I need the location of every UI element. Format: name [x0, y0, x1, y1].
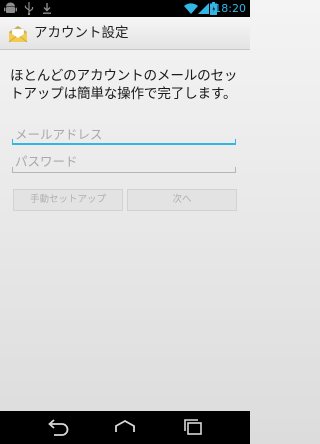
- wifi-icon: [184, 3, 198, 15]
- status-bar: 18:20: [0, 0, 250, 17]
- email-field-underline: [12, 139, 236, 145]
- usb-icon: [24, 2, 34, 15]
- manual-setup-button[interactable]: 手動セットアップ: [13, 189, 123, 211]
- download-icon: [43, 3, 51, 14]
- clock: 18:20: [214, 2, 246, 15]
- password-field-underline: [12, 167, 236, 173]
- email-app-icon[interactable]: [7, 23, 29, 45]
- action-bar: アカウント設定: [0, 17, 250, 50]
- next-button[interactable]: 次へ: [127, 189, 237, 211]
- android-icon: [4, 2, 17, 13]
- home-icon[interactable]: [113, 417, 137, 437]
- setup-instructions: ほとんどのアカウントのメールのセットアップは簡単な操作で完了します。: [10, 68, 238, 102]
- navigation-bar: [0, 411, 250, 444]
- recent-apps-icon[interactable]: [181, 417, 205, 437]
- signal-icon: [198, 3, 209, 14]
- back-icon[interactable]: [46, 417, 70, 437]
- page-title: アカウント設定: [34, 25, 129, 41]
